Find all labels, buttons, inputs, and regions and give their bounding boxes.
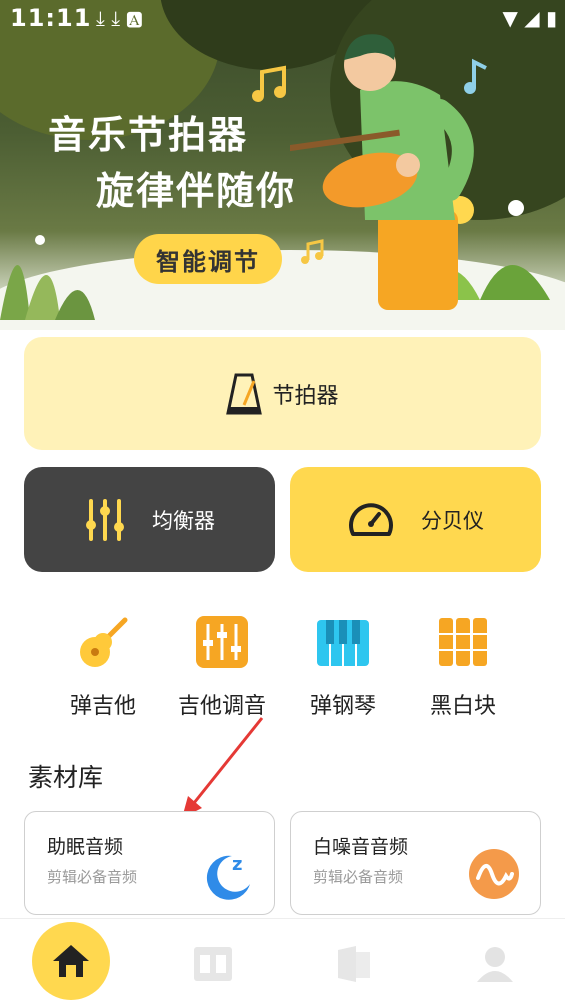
tool-guitar-tuner[interactable]: 吉他调音 [162,612,282,720]
library-icon [338,946,370,982]
hero-subtitle: 旋律伴随你 [96,169,297,213]
guitar-player-illustration [290,34,474,310]
status-time: 11:11 [10,4,92,32]
profile-icon [477,947,513,982]
moon-sleep-icon: z [206,854,250,900]
nav-library[interactable] [314,929,394,999]
tool-guitar[interactable]: 弹吉他 [43,612,163,720]
smart-adjust-button[interactable]: 智能调节 [134,234,282,284]
download-notification-icons: ⤓ ⤓ 🅰 [96,6,143,30]
metronome-icon [226,373,263,414]
guitar-icon [80,617,128,667]
decibel-meter-label: 分贝仪 [421,508,484,533]
home-icon [53,945,89,977]
wave-icon [469,849,519,899]
piano-icon [317,620,369,666]
wifi-signal-battery-icons: ▼ ◢ ▮ [502,6,557,30]
sleep-audio-title: 助眠音频 [47,836,124,858]
home-tab-highlight [32,922,110,1000]
arrow-annotation [182,717,264,818]
library-section-title: 素材库 [28,763,104,792]
hero-title: 音乐节拍器 [48,113,249,157]
tool-guitar-label: 弹吉他 [69,694,136,719]
gauge-icon [349,502,393,536]
tiles-icon [439,618,487,666]
sleep-audio-card[interactable]: 助眠音频 剪辑必备音频 z [24,811,275,915]
metronome-label: 节拍器 [272,383,339,409]
white-noise-subtitle: 剪辑必备音频 [313,868,404,886]
metronome-card[interactable]: 节拍器 [24,337,541,450]
nav-profile[interactable] [455,929,535,999]
white-noise-title: 白噪音音频 [313,836,409,858]
decibel-meter-card[interactable]: 分贝仪 [290,467,541,572]
equalizer-icon [86,498,124,541]
tuner-icon [196,616,248,668]
status-bar: 11:11 ⤓ ⤓ 🅰 ▼ ◢ ▮ [0,0,565,38]
equalizer-card[interactable]: 均衡器 [24,467,275,572]
sleep-audio-subtitle: 剪辑必备音频 [47,868,138,886]
bottom-navigation [0,918,565,1005]
tool-piano-label: 弹钢琴 [309,694,376,719]
svg-text:z: z [232,854,242,875]
nav-tools[interactable] [173,929,253,999]
tool-piano-tiles[interactable]: 黑白块 [403,612,523,720]
nav-home[interactable] [31,922,111,1000]
white-noise-card[interactable]: 白噪音音频 剪辑必备音频 [290,811,541,915]
music-note-icon [252,65,286,102]
tool-piano[interactable]: 弹钢琴 [283,612,403,720]
tools-icon [194,947,232,981]
tool-piano-tiles-label: 黑白块 [429,694,496,719]
equalizer-label: 均衡器 [152,508,215,533]
